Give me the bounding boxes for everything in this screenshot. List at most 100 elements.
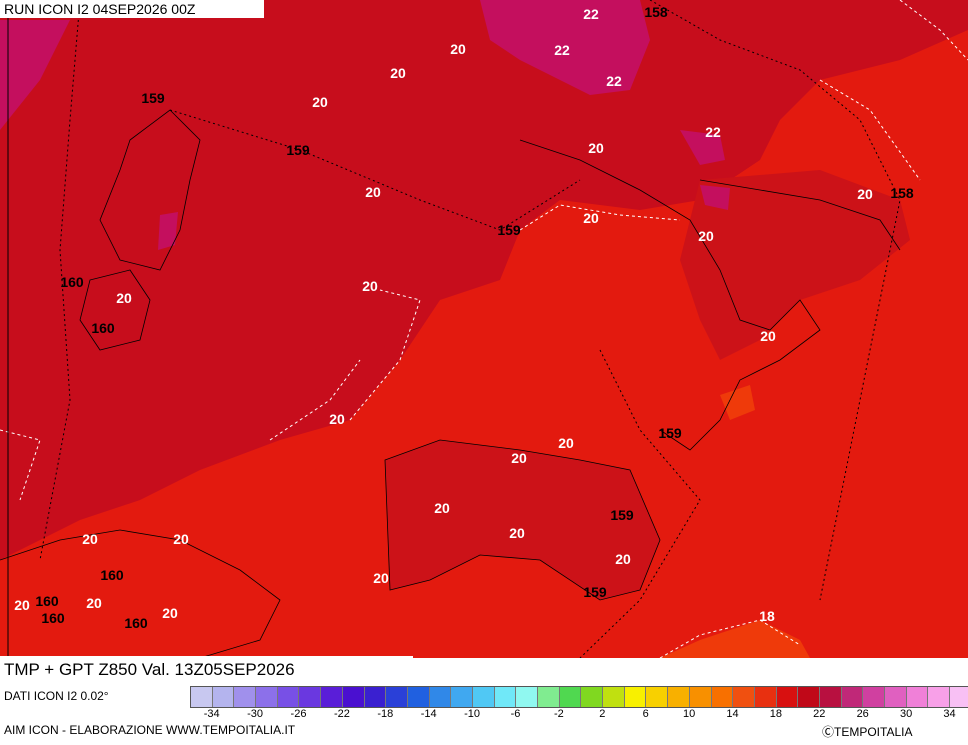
scale-swatch xyxy=(386,687,408,707)
scale-tick-label: 34 xyxy=(943,708,956,720)
scale-swatch xyxy=(950,687,968,707)
temp-label: 20 xyxy=(434,500,450,516)
scale-tick-label: -34 xyxy=(203,708,220,720)
magenta-patch-sardinia xyxy=(158,212,178,250)
scale-swatch xyxy=(928,687,951,707)
scale-swatch xyxy=(733,687,755,707)
gpt-label: 160 xyxy=(35,593,59,609)
scale-swatch xyxy=(798,687,820,707)
scale-tick-label: 14 xyxy=(726,708,739,720)
temp-label: 20 xyxy=(86,595,102,611)
gpt-label: 160 xyxy=(91,320,115,336)
scale-tick-label: -30 xyxy=(247,708,264,720)
scale-swatch xyxy=(472,687,495,707)
gpt-label: 159 xyxy=(610,507,634,523)
scale-swatch xyxy=(885,687,907,707)
scale-swatch xyxy=(841,687,864,707)
gpt-label: 160 xyxy=(41,610,65,626)
temp-label: 20 xyxy=(365,184,381,200)
scale-tick-label: 10 xyxy=(682,708,696,720)
scale-swatch xyxy=(863,687,885,707)
gpt-label: 159 xyxy=(141,90,165,106)
scale-tick-label: -10 xyxy=(464,708,481,720)
temp-label: 20 xyxy=(362,278,378,294)
temp-label: 20 xyxy=(583,210,599,226)
temp-label: 20 xyxy=(373,570,389,586)
scale-tick-label: -22 xyxy=(333,708,350,720)
scale-swatch xyxy=(256,687,278,707)
scale-tick-label: 2 xyxy=(599,708,606,720)
scale-swatch xyxy=(191,687,213,707)
scale-swatch xyxy=(668,687,690,707)
scale-swatch xyxy=(624,687,647,707)
temp-label: 20 xyxy=(509,525,525,541)
temp-label: 20 xyxy=(14,597,30,613)
scale-ticks: -34 -30 -26 -22 -18 -14 -10 -6 -2 2 6 10 14 18 22 26 30 3… xyxy=(190,708,965,722)
temp-label: 20 xyxy=(588,140,604,156)
scale-tick-label: 30 xyxy=(899,708,913,720)
gpt-label: 159 xyxy=(497,222,521,238)
scale-swatch xyxy=(494,687,517,707)
scale-swatch xyxy=(277,687,300,707)
scale-swatch xyxy=(429,687,452,707)
scale-swatch xyxy=(819,687,842,707)
gpt-label: 160 xyxy=(60,274,84,290)
temp-label: 20 xyxy=(116,290,132,306)
scale-tick-label: -6 xyxy=(510,708,521,720)
scale-tick-label: 26 xyxy=(856,708,869,720)
gpt-label: 160 xyxy=(124,615,148,631)
scale-swatch xyxy=(321,687,343,707)
gpt-label: 159 xyxy=(658,425,682,441)
scale-swatch xyxy=(299,687,322,707)
scale-swatch xyxy=(689,687,712,707)
temp-label: 20 xyxy=(82,531,98,547)
temp-label: 20 xyxy=(312,94,328,110)
scale-swatch xyxy=(451,687,473,707)
temp-label: 20 xyxy=(615,551,631,567)
temp-label: 20 xyxy=(329,411,345,427)
scale-tick-label: -2 xyxy=(554,708,564,720)
temp-label: 20 xyxy=(558,435,574,451)
weather-map: 20 20 20 20 20 20 20 20 20 20 20 20 20 2… xyxy=(0,0,968,658)
temp-label: 20 xyxy=(698,228,714,244)
scale-swatch xyxy=(538,687,560,707)
temp-label: 20 xyxy=(162,605,178,621)
temp-label: 20 xyxy=(511,450,527,466)
scale-swatch xyxy=(603,687,625,707)
scale-swatch xyxy=(212,687,235,707)
temp-label: 20 xyxy=(760,328,776,344)
scale-swatch xyxy=(906,687,929,707)
gpt-label: 159 xyxy=(286,142,310,158)
scale-swatch xyxy=(754,687,777,707)
scale-swatch xyxy=(234,687,257,707)
scale-swatch xyxy=(711,687,734,707)
gpt-label: 158 xyxy=(644,4,668,20)
scale-tick-label: 6 xyxy=(642,708,649,720)
map-title: TMP + GPT Z850 Val. 13Z05SEP2026 xyxy=(0,656,413,683)
temp-label: 22 xyxy=(606,73,622,89)
temp-label: 20 xyxy=(857,186,873,202)
scale-tick-label: 22 xyxy=(813,708,826,720)
temp-label: 20 xyxy=(450,41,466,57)
scale-swatch xyxy=(646,687,669,707)
gpt-label: 159 xyxy=(583,584,607,600)
scale-tick-label: 18 xyxy=(769,708,783,720)
run-title: RUN ICON I2 04SEP2026 00Z xyxy=(0,0,264,18)
scale-swatch xyxy=(776,687,799,707)
scale-swatch xyxy=(342,687,365,707)
scale-swatch xyxy=(559,687,582,707)
scale-tick-label: -14 xyxy=(420,708,437,720)
copyright-text: ⒸTEMPOITALIA xyxy=(822,725,913,739)
scale-tick-label: -26 xyxy=(290,708,307,720)
credit-text: AIM ICON - ELABORAZIONE WWW.TEMPOITALIA.… xyxy=(4,723,296,737)
scale-swatch xyxy=(364,687,387,707)
color-scale xyxy=(190,686,968,708)
temp-label: 20 xyxy=(390,65,406,81)
temp-label: 18 xyxy=(759,608,775,624)
gpt-label: 160 xyxy=(100,567,124,583)
scale-tick-label: -18 xyxy=(377,708,394,720)
temp-label: 22 xyxy=(583,6,599,22)
gpt-label: 158 xyxy=(890,185,914,201)
scale-swatch xyxy=(516,687,538,707)
temp-label: 22 xyxy=(705,124,721,140)
